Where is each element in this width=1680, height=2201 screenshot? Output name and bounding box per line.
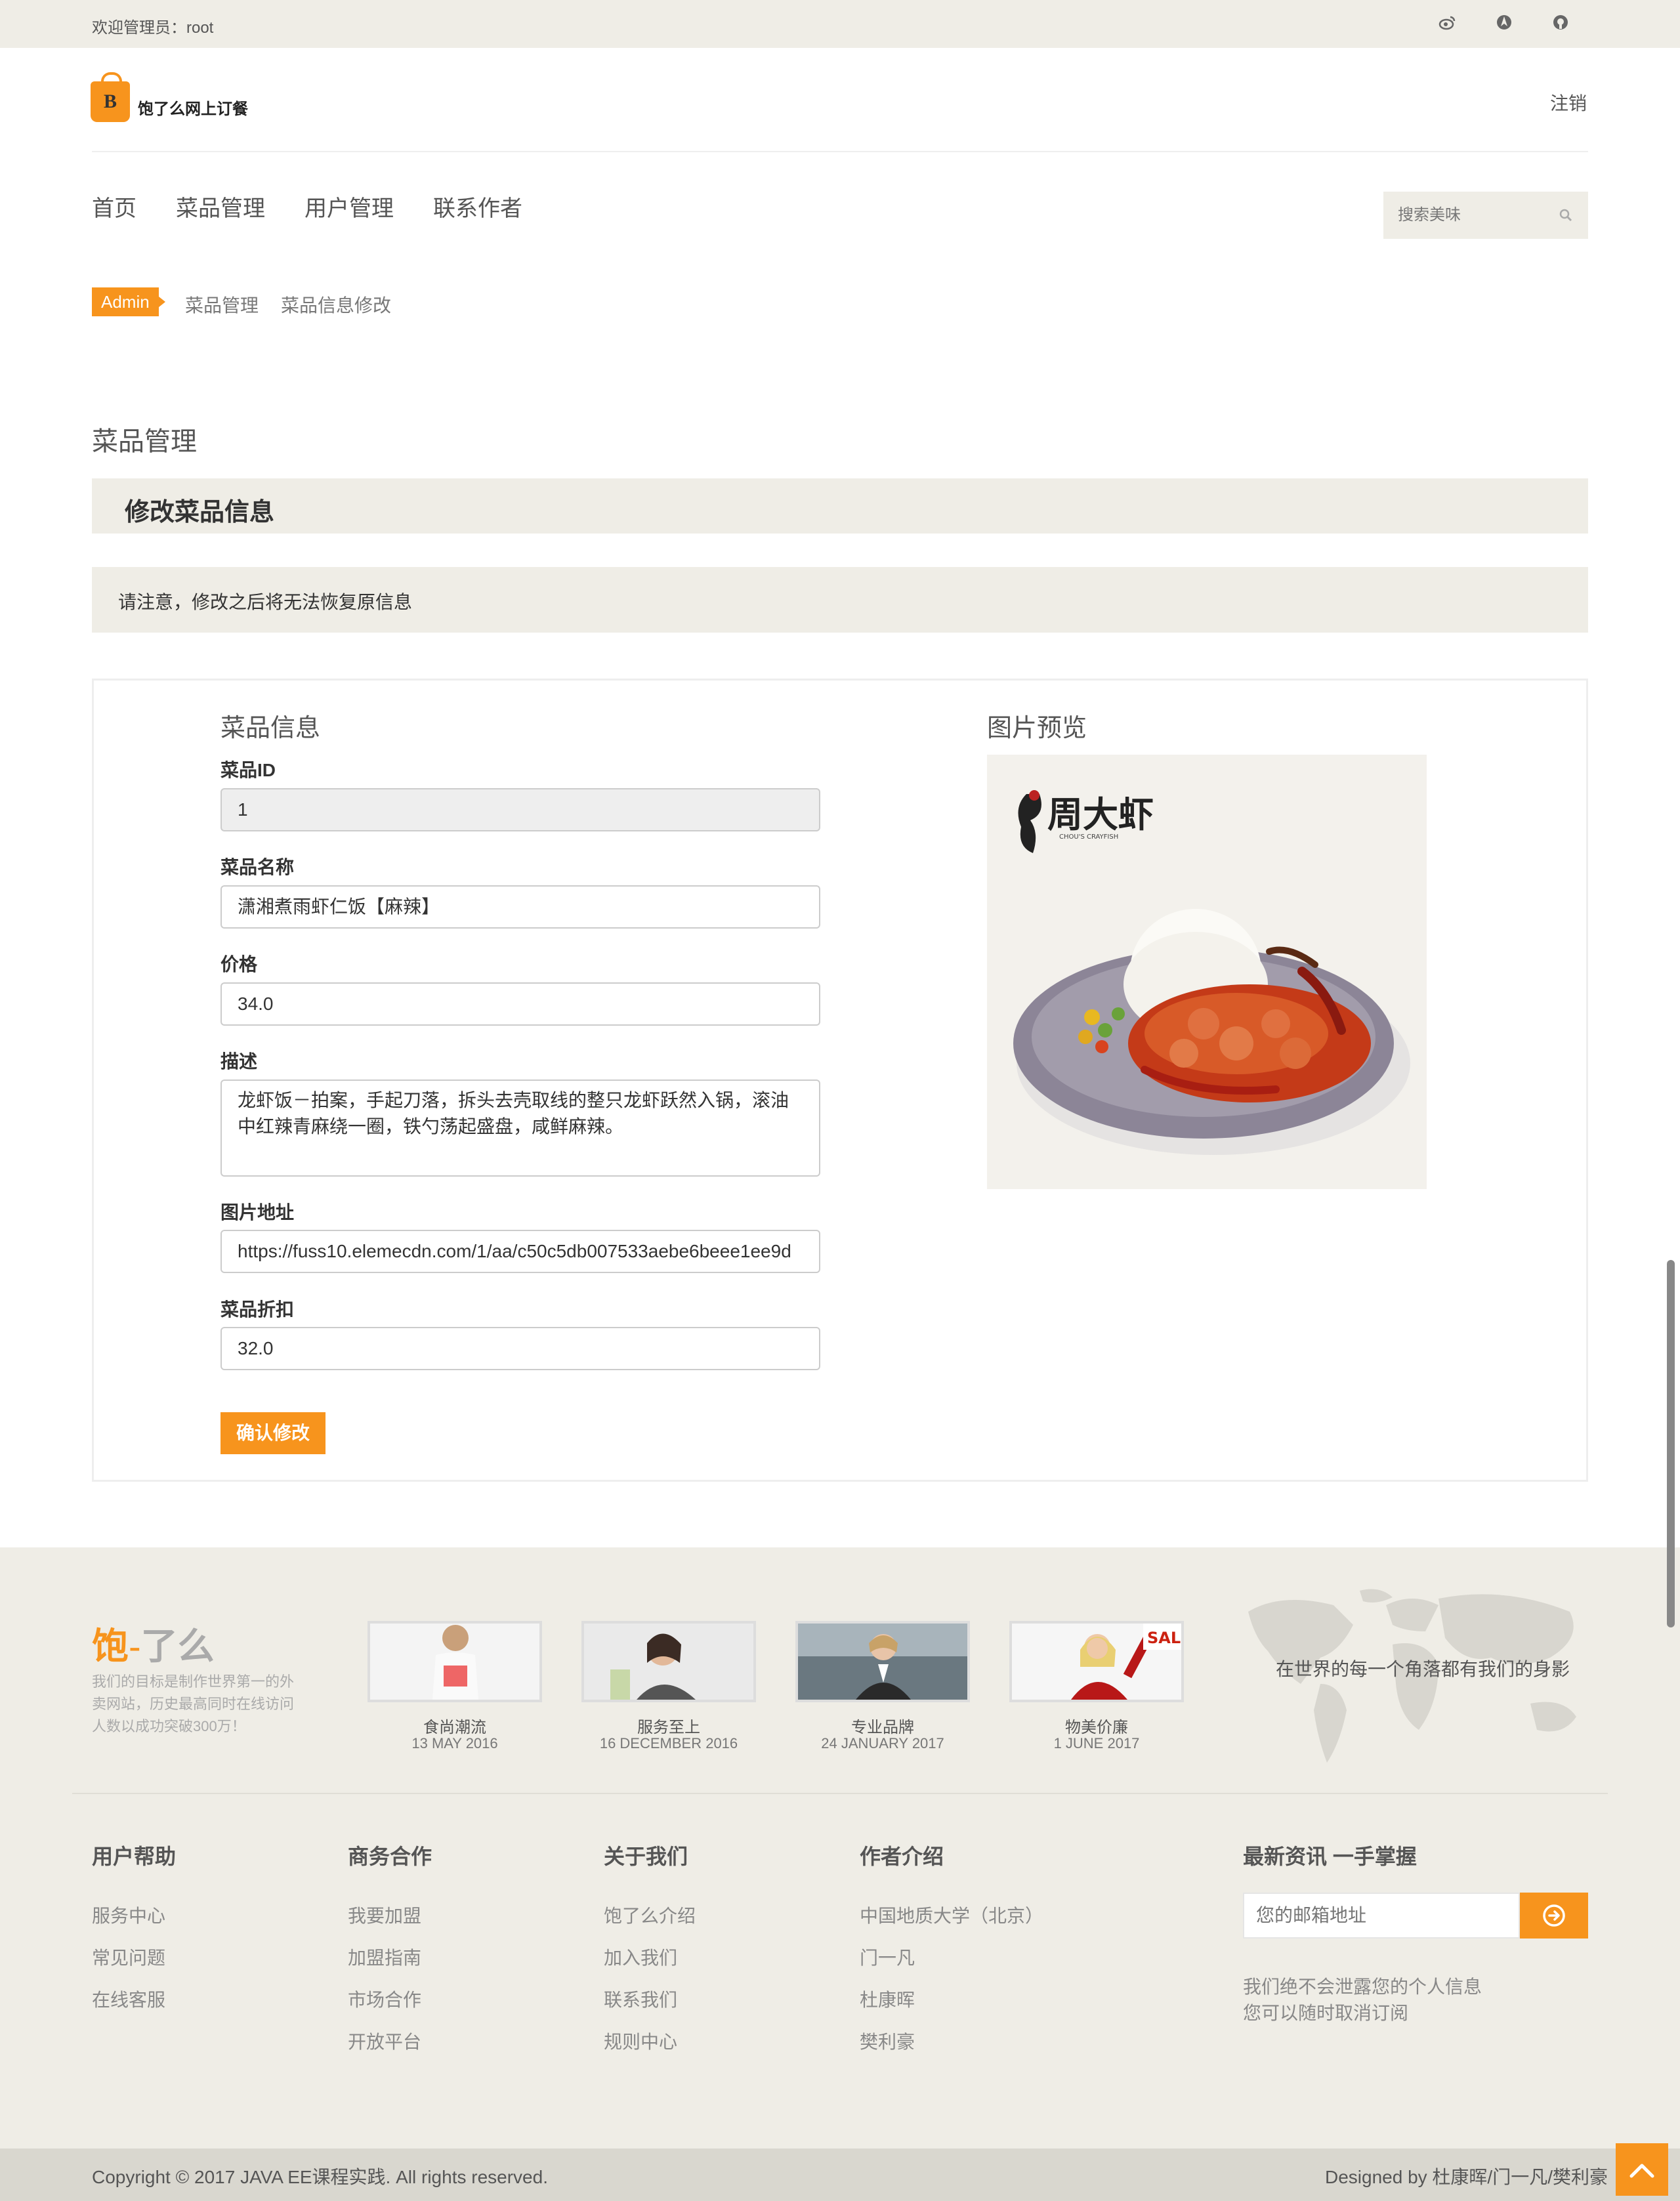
breadcrumb-dish-edit: 菜品信息修改 [281,295,392,316]
gallery-image-3[interactable] [795,1621,970,1702]
gallery-image-1[interactable] [368,1621,542,1702]
footer-link-author-2[interactable]: 杜康晖 [860,1986,915,2012]
nav-contact-author[interactable]: 联系作者 [433,190,522,222]
footer-link-market[interactable]: 市场合作 [348,1986,421,2012]
footer-description: 我们的目标是制作世界第一的外卖网站，历史最高同时在线访问人数以成功突破300万！ [92,1673,295,1734]
gallery-title-4: 物美价廉 [1065,1719,1128,1736]
image-url-field[interactable]: https://fuss10.elemecdn.com/1/aa/c50c5db… [220,1230,820,1273]
weibo-icon[interactable] [1437,13,1458,34]
welcome-text: 欢迎管理员：root [92,19,214,37]
tencent-icon[interactable] [1494,13,1515,34]
image-url-label: 图片地址 [220,1202,295,1223]
footer-link-author-3[interactable]: 樊利豪 [860,2028,915,2054]
page-scrollbar[interactable] [1667,1260,1675,1627]
footer-col-authors-title: 作者介绍 [860,1845,944,1868]
copyright-text: Copyright © 2017 JAVA EE课程实践. All rights… [92,2167,548,2187]
description-label: 描述 [220,1051,258,1072]
footer-link-careers[interactable]: 加入我们 [604,1944,677,1970]
back-to-top-button[interactable] [1616,2143,1668,2196]
footer-link-rules[interactable]: 规则中心 [604,2028,677,2054]
notice-banner: 请注意，修改之后将无法恢复原信息 [92,567,1588,633]
footer-link-faq[interactable]: 常见问题 [92,1944,165,1970]
header-divider [92,151,1588,152]
confirm-button[interactable]: 确认修改 [220,1412,326,1454]
footer-col-about-title: 关于我们 [604,1845,688,1868]
dish-id-field: 1 [220,788,820,831]
main-nav: 首页 菜品管理 用户管理 联系作者 [92,190,522,222]
footer-link-university[interactable]: 中国地质大学（北京） [860,1902,1043,1928]
dish-preview-image: 周大虾 CHOU'S CRAYFISH [987,755,1427,1189]
gallery-date-4: 1 JUNE 2017 [1053,1735,1140,1751]
gallery-title-2: 服务至上 [637,1719,700,1736]
github-icon[interactable] [1550,13,1571,34]
search-input[interactable] [1383,192,1547,239]
form-title: 菜品信息 [220,715,321,742]
footer-link-service-center[interactable]: 服务中心 [92,1902,165,1928]
nav-dish-management[interactable]: 菜品管理 [176,190,265,222]
search-icon[interactable] [1558,207,1574,223]
sale-text: SAL [1147,1629,1181,1647]
footer-link-online-support[interactable]: 在线客服 [92,1986,165,2012]
search-box [1383,192,1588,239]
newsletter-email-input[interactable] [1243,1893,1520,1939]
gallery-image-2[interactable] [581,1621,756,1702]
box-header: 修改菜品信息 [92,478,1588,534]
nav-user-management[interactable]: 用户管理 [304,190,394,222]
footer-link-contact[interactable]: 联系我们 [604,1986,677,2012]
brand-text: 周大虾 [1047,793,1154,835]
box-title: 修改菜品信息 [125,499,275,526]
logout-link[interactable]: 注销 [1550,89,1587,115]
gallery-title-3: 专业品牌 [851,1719,914,1736]
dish-name-field[interactable]: 潇湘煮雨虾仁饭【麻辣】 [220,885,820,929]
privacy-line-2: 您可以随时取消订阅 [1243,2003,1409,2023]
gallery-date-3: 24 JANUARY 2017 [821,1735,944,1751]
breadcrumb-admin[interactable]: Admin [92,287,165,316]
footer-link-intro[interactable]: 饱了么介绍 [604,1902,696,1928]
nav-home[interactable]: 首页 [92,190,136,222]
logo-text: 饱了么网上订餐 [138,100,248,118]
dish-name-label: 菜品名称 [220,857,295,877]
footer-brand-a: 饱 [92,1625,129,1667]
description-field[interactable]: 龙虾饭－拍案，手起刀落，拆头去壳取线的整只龙虾跃然入锅，滚油中红辣青麻绕一圈，铁… [220,1080,820,1177]
newsletter-title: 最新资讯 一手掌握 [1243,1845,1417,1868]
gallery-date-1: 13 MAY 2016 [411,1735,498,1751]
footer-link-open-platform[interactable]: 开放平台 [348,2028,421,2054]
footer-col-help-title: 用户帮助 [92,1845,177,1868]
dish-id-label: 菜品ID [220,760,276,780]
top-bar: 欢迎管理员：root [0,0,1680,48]
footer-link-author-1[interactable]: 门一凡 [860,1944,915,1970]
shopping-bag-icon: B [91,72,130,122]
footer-divider [72,1793,1608,1794]
price-label: 价格 [220,954,258,975]
footer-link-join[interactable]: 我要加盟 [348,1902,421,1928]
gallery-image-4[interactable]: SAL [1009,1621,1184,1702]
footer-link-join-guide[interactable]: 加盟指南 [348,1944,421,1970]
privacy-note: 我们绝不会泄露您的个人信息 您可以随时取消订阅 [1243,1974,1482,2026]
section-title: 菜品管理 [92,427,197,456]
newsletter-submit-button[interactable] [1520,1893,1588,1939]
discount-field[interactable]: 32.0 [220,1327,820,1370]
footer-brand-b: 了么 [140,1625,215,1667]
notice-text: 请注意，修改之后将无法恢复原信息 [118,592,413,612]
map-slogan: 在世界的每一个角落都有我们的身影 [1276,1659,1570,1679]
designed-by-text: Designed by 杜康晖/门一凡/樊利豪 [1325,2167,1608,2187]
gallery-date-2: 16 DECEMBER 2016 [599,1735,738,1751]
arrow-circle-icon [1543,1904,1565,1927]
privacy-line-1: 我们绝不会泄露您的个人信息 [1243,1977,1482,1997]
brand-sub: CHOU'S CRAYFISH [1059,833,1118,841]
preview-title: 图片预览 [987,715,1087,742]
chevron-up-icon [1629,2164,1654,2178]
breadcrumb-dish-management[interactable]: 菜品管理 [185,291,259,318]
footer-brand: 饱-了么 [92,1617,215,1670]
site-logo[interactable]: B 饱了么网上订餐 [91,72,261,126]
discount-label: 菜品折扣 [220,1299,295,1320]
footer-col-business-title: 商务合作 [348,1845,432,1868]
price-field[interactable]: 34.0 [220,982,820,1026]
footer-brand-dash: - [129,1625,141,1667]
gallery-title-1: 食尚潮流 [423,1719,486,1736]
